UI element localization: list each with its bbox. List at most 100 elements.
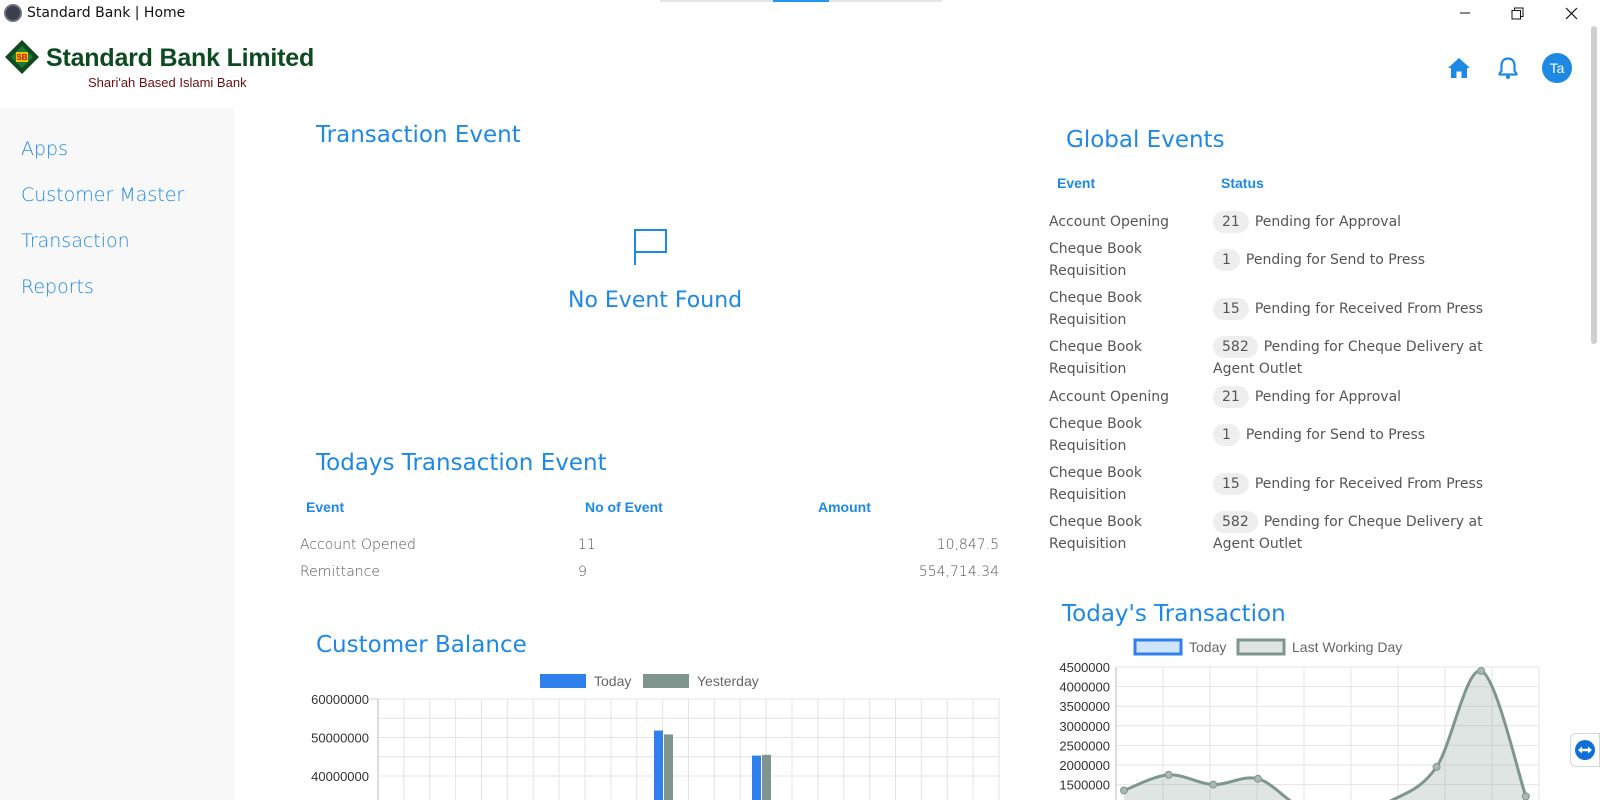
bar-yesterday-1 — [762, 754, 771, 800]
event-name: Cheque Book Requisition — [1049, 416, 1142, 454]
sidebar-item-reports[interactable]: Reports — [21, 276, 94, 298]
svg-text:SB: SB — [16, 53, 27, 62]
bar-today-0 — [654, 730, 663, 800]
event-status: 21 Pending for Approval — [1213, 211, 1513, 233]
y-tick-label: 3500000 — [1059, 699, 1110, 714]
global-events-title: Global Events — [1066, 127, 1225, 153]
vertical-scrollbar[interactable] — [1588, 26, 1600, 800]
y-tick-label: 4000000 — [1059, 680, 1110, 695]
cell-count: 11 — [578, 537, 596, 553]
event-status: 15 Pending for Received From Press — [1213, 298, 1513, 320]
cell-amount: 10,847.5 — [936, 537, 999, 553]
scrollbar-thumb[interactable] — [1591, 26, 1597, 344]
sidebar: Apps Customer Master Transaction Reports — [0, 108, 234, 800]
count-badge: 582 — [1213, 336, 1258, 358]
event-status: 582 Pending for Cheque Delivery at Agent … — [1213, 336, 1523, 380]
data-point — [1521, 792, 1530, 800]
event-name: Cheque Book Requisition — [1049, 339, 1142, 377]
event-status: 582 Pending for Cheque Delivery at Agent … — [1213, 511, 1523, 555]
status-text: Pending for Received From Press — [1254, 301, 1484, 317]
no-event-message: No Event Found — [568, 288, 743, 313]
legend-label-today: Today — [594, 673, 631, 689]
todays-transaction-event-title: Todays Transaction Event — [316, 450, 607, 476]
data-point — [1432, 762, 1441, 771]
y-tick-label: 60000000 — [311, 692, 369, 707]
column-header-no-of-event[interactable]: No of Event — [585, 499, 663, 515]
sidebar-item-transaction[interactable]: Transaction — [21, 230, 130, 252]
y-tick-label: 50000000 — [311, 731, 369, 746]
count-badge: 15 — [1213, 298, 1249, 320]
data-point — [1253, 774, 1262, 783]
data-point — [1120, 786, 1128, 795]
event-name: Cheque Book Requisition — [1049, 290, 1142, 328]
loading-progress-track — [660, 0, 942, 2]
sidebar-item-apps[interactable]: Apps — [21, 138, 68, 160]
event-status: 1 Pending for Send to Press — [1213, 249, 1513, 271]
flag-icon — [634, 229, 667, 265]
data-point — [1209, 780, 1218, 789]
count-badge: 1 — [1213, 249, 1240, 271]
event-name: Account Opening — [1049, 214, 1170, 230]
y-tick-label: 2500000 — [1059, 738, 1110, 753]
cell-event: Remittance — [300, 564, 380, 580]
data-point — [1477, 666, 1486, 675]
count-badge: 582 — [1213, 511, 1258, 533]
restore-button[interactable] — [1494, 0, 1540, 26]
data-point — [1164, 770, 1173, 779]
window-titlebar: Standard Bank | Home — [0, 0, 1600, 26]
cell-count: 9 — [578, 564, 587, 580]
app-header: SB Standard Bank Limited Shari'ah Based … — [0, 26, 1600, 108]
bar-today-1 — [752, 755, 761, 800]
event-name: Cheque Book Requisition — [1049, 514, 1142, 552]
customer-balance-title: Customer Balance — [316, 632, 527, 658]
remote-support-button[interactable] — [1570, 733, 1600, 767]
count-badge: 21 — [1213, 386, 1249, 408]
status-text: Pending for Received From Press — [1254, 476, 1484, 492]
event-name: Cheque Book Requisition — [1049, 465, 1142, 503]
bar-yesterday-0 — [664, 734, 673, 800]
y-tick-label: 2000000 — [1059, 758, 1110, 773]
y-tick-label: 40000000 — [311, 769, 369, 784]
loading-progress-fill — [772, 0, 830, 2]
minimize-button[interactable] — [1442, 0, 1488, 26]
todays-transaction-chart: Today Last Working Day 4500000 4000000 35000… — [1059, 638, 1540, 800]
y-tick-label: 1500000 — [1059, 778, 1110, 793]
minimize-icon — [1460, 12, 1470, 14]
column-header-event[interactable]: Event — [306, 499, 344, 515]
status-text: Pending for Send to Press — [1245, 427, 1426, 443]
legend-label-yesterday: Yesterday — [697, 673, 759, 689]
bank-name: Standard Bank Limited — [46, 44, 315, 72]
y-tick-label: 4500000 — [1059, 660, 1110, 675]
status-text: Pending for Approval — [1254, 214, 1402, 230]
status-text: Pending for Approval — [1254, 389, 1402, 405]
cell-amount: 554,714.34 — [918, 564, 999, 580]
event-status: 1 Pending for Send to Press — [1213, 424, 1513, 446]
sidebar-item-customer-master[interactable]: Customer Master — [21, 184, 184, 206]
home-button[interactable] — [1445, 54, 1473, 82]
column-header-status[interactable]: Status — [1221, 175, 1264, 191]
cell-event: Account Opened — [300, 537, 416, 553]
close-button[interactable] — [1548, 0, 1594, 26]
legend-swatch-last-working-day — [1236, 638, 1286, 656]
app-icon — [4, 4, 22, 22]
legend-swatch-today — [540, 674, 586, 688]
count-badge: 21 — [1213, 211, 1249, 233]
event-name: Cheque Book Requisition — [1049, 241, 1142, 279]
y-tick-label: 3000000 — [1059, 719, 1110, 734]
todays-transaction-title: Today's Transaction — [1062, 601, 1286, 627]
user-avatar[interactable]: Ta — [1542, 53, 1572, 83]
restore-icon — [1511, 7, 1523, 19]
legend-label-last-working-day: Last Working Day — [1292, 639, 1402, 655]
bank-logo-icon[interactable]: SB — [4, 39, 40, 75]
column-header-amount[interactable]: Amount — [818, 499, 871, 515]
close-icon — [1565, 7, 1577, 19]
status-text: Pending for Send to Press — [1245, 252, 1426, 268]
home-icon — [1448, 58, 1470, 78]
bank-tagline: Shari'ah Based Islami Bank — [88, 75, 247, 90]
legend-label-today: Today — [1189, 639, 1226, 655]
event-status: 21 Pending for Approval — [1213, 386, 1513, 408]
notifications-button[interactable] — [1494, 54, 1522, 82]
customer-balance-chart: Today Yesterday 60000000 50000000 40000000 — [311, 673, 1000, 800]
legend-swatch-yesterday — [643, 674, 689, 688]
column-header-event[interactable]: Event — [1057, 175, 1095, 191]
